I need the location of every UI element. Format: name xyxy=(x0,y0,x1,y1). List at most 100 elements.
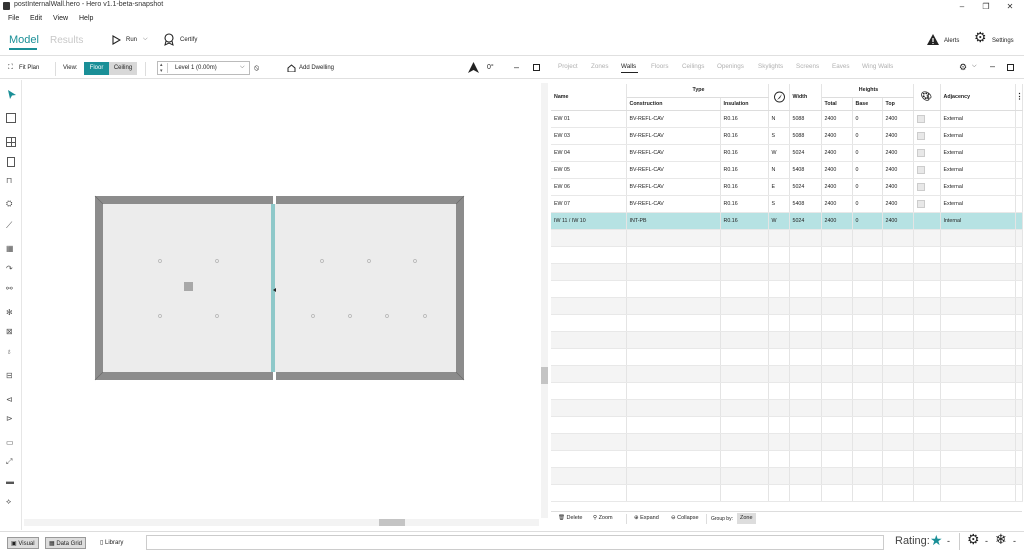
cell-base[interactable]: 0 xyxy=(852,144,883,162)
cell-top[interactable]: 2400 xyxy=(882,212,914,230)
floor-toggle[interactable]: Floor xyxy=(84,62,109,75)
empty-row[interactable] xyxy=(551,382,1023,400)
color-swatch[interactable] xyxy=(916,182,925,191)
cell-adjacency[interactable]: External xyxy=(940,144,1016,162)
color-swatch[interactable] xyxy=(916,148,925,157)
col-color[interactable]: 🎨︎ xyxy=(913,84,941,111)
cell-orient[interactable]: S xyxy=(768,127,790,145)
empty-row[interactable] xyxy=(551,297,1023,315)
delete-button[interactable]: 🗑︎ Delete xyxy=(558,515,582,521)
col-total[interactable]: Total xyxy=(821,97,853,111)
table-row[interactable]: EW 07 BV-REFL-CAV R0.16 S 5408 2400 0 2400 Exter… xyxy=(551,195,1023,213)
empty-row[interactable] xyxy=(551,263,1023,281)
empty-row[interactable] xyxy=(551,348,1023,366)
plan-canvas[interactable] xyxy=(24,83,539,518)
empty-row[interactable] xyxy=(551,450,1023,468)
cell-construction[interactable]: BV-REFL-CAV xyxy=(626,178,721,196)
cell-total[interactable]: 2400 xyxy=(821,127,853,145)
cell-construction[interactable]: INT-PB xyxy=(626,212,721,230)
cell-top[interactable]: 2400 xyxy=(882,161,914,179)
menu-edit[interactable]: Edit xyxy=(30,15,42,22)
cell-top[interactable]: 2400 xyxy=(882,127,914,145)
cell-color[interactable] xyxy=(913,110,941,128)
minimize-icon[interactable]: – xyxy=(952,0,972,13)
tab-ceilings[interactable]: Ceilings xyxy=(682,63,704,70)
cell-width[interactable]: 5408 xyxy=(789,195,822,213)
cell-insulation[interactable]: R0.16 xyxy=(720,144,769,162)
tab-results[interactable]: Results xyxy=(50,35,83,46)
cell-color[interactable] xyxy=(913,144,941,162)
tab-screens[interactable]: Screens xyxy=(796,63,819,70)
cell-adjacency[interactable]: External xyxy=(940,195,1016,213)
tab-wing-walls[interactable]: Wing Walls xyxy=(862,63,893,70)
cell-end[interactable] xyxy=(1015,144,1023,162)
cell-orient[interactable]: N xyxy=(768,110,790,128)
scroll-thumb[interactable] xyxy=(379,519,405,526)
cell-top[interactable]: 2400 xyxy=(882,178,914,196)
cell-total[interactable]: 2400 xyxy=(821,110,853,128)
empty-row[interactable] xyxy=(551,365,1023,383)
canvas-hscrollbar[interactable] xyxy=(24,519,539,526)
menu-help[interactable]: Help xyxy=(79,15,93,22)
table-row[interactable]: EW 03 BV-REFL-CAV R0.16 S 5088 2400 0 2400 Exter… xyxy=(551,127,1023,145)
cell-width[interactable]: 5024 xyxy=(789,178,822,196)
cell-name[interactable]: IW 11 / IW 10 xyxy=(551,212,627,230)
tab-walls[interactable]: Walls xyxy=(621,63,636,70)
select-pointer-icon[interactable] xyxy=(8,90,16,99)
join-tool-icon[interactable]: ⊳ xyxy=(6,414,13,423)
tab-openings[interactable]: Openings xyxy=(717,63,744,70)
cell-total[interactable]: 2400 xyxy=(821,212,853,230)
restore-icon[interactable]: ❐ xyxy=(976,0,996,13)
cell-name[interactable]: EW 05 xyxy=(551,161,627,179)
col-orientation[interactable] xyxy=(768,84,790,111)
zone-tool-icon[interactable] xyxy=(6,113,16,123)
window-tool-icon[interactable]: ▦ xyxy=(6,244,14,253)
cell-adjacency[interactable]: External xyxy=(940,178,1016,196)
cell-insulation[interactable]: R0.16 xyxy=(720,161,769,179)
cell-total[interactable]: 2400 xyxy=(821,178,853,196)
split-tool-icon[interactable]: ⊲ xyxy=(6,395,13,404)
table-row[interactable]: EW 04 BV-REFL-CAV R0.16 W 5024 2400 0 2400 Exter… xyxy=(551,144,1023,162)
cell-width[interactable]: 5024 xyxy=(789,212,822,230)
cell-total[interactable]: 2400 xyxy=(821,161,853,179)
cell-width[interactable]: 5088 xyxy=(789,110,822,128)
level-select[interactable]: ▴ ▾ Level 1 (0.00m) ⌵ xyxy=(157,61,250,75)
cell-top[interactable]: 2400 xyxy=(882,195,914,213)
cell-name[interactable]: EW 07 xyxy=(551,195,627,213)
col-top[interactable]: Top xyxy=(882,97,914,111)
heating-icon[interactable]: ⚙ xyxy=(967,531,980,548)
minimize-panel-icon[interactable]: – xyxy=(990,61,995,71)
cell-width[interactable]: 5408 xyxy=(789,161,822,179)
cell-insulation[interactable]: R0.16 xyxy=(720,178,769,196)
cell-color[interactable] xyxy=(913,178,941,196)
eave-tool-icon[interactable]: ↷ xyxy=(6,264,13,273)
right-room-floor[interactable] xyxy=(275,204,456,372)
ruler-tool-icon[interactable]: ▬ xyxy=(6,477,14,486)
tab-zones[interactable]: Zones xyxy=(591,63,609,70)
cell-name[interactable]: EW 01 xyxy=(551,110,627,128)
cell-base[interactable]: 0 xyxy=(852,195,883,213)
tab-project[interactable]: Project xyxy=(558,63,578,70)
cell-end[interactable] xyxy=(1015,212,1023,230)
maximize-panel-icon[interactable] xyxy=(1007,64,1014,71)
expand-button[interactable]: ⊕ Expand xyxy=(634,515,659,521)
table-row[interactable]: EW 05 BV-REFL-CAV R0.16 N 5408 2400 0 2400 Exter… xyxy=(551,161,1023,179)
canvas-vscrollbar[interactable] xyxy=(541,83,548,518)
roof-tool-icon[interactable]: ⊓ xyxy=(6,176,12,185)
color-swatch[interactable] xyxy=(916,199,925,208)
color-swatch[interactable] xyxy=(916,165,925,174)
cell-adjacency[interactable]: External xyxy=(940,127,1016,145)
cell-total[interactable]: 2400 xyxy=(821,195,853,213)
zone-label-marker[interactable] xyxy=(184,282,193,291)
room-right[interactable] xyxy=(275,196,464,380)
col-name[interactable]: Name xyxy=(551,84,627,111)
cell-end[interactable] xyxy=(1015,127,1023,145)
data-grid-tab[interactable]: ▦ Data Grid xyxy=(45,537,87,549)
cell-color[interactable] xyxy=(913,212,941,230)
cell-end[interactable] xyxy=(1015,161,1023,179)
cell-end[interactable] xyxy=(1015,195,1023,213)
cell-insulation[interactable]: R0.16 xyxy=(720,110,769,128)
paint-tool-icon[interactable]: ⛭ xyxy=(6,199,12,209)
compass-tool-icon[interactable]: ⟡ xyxy=(6,497,11,507)
cell-name[interactable]: EW 04 xyxy=(551,144,627,162)
